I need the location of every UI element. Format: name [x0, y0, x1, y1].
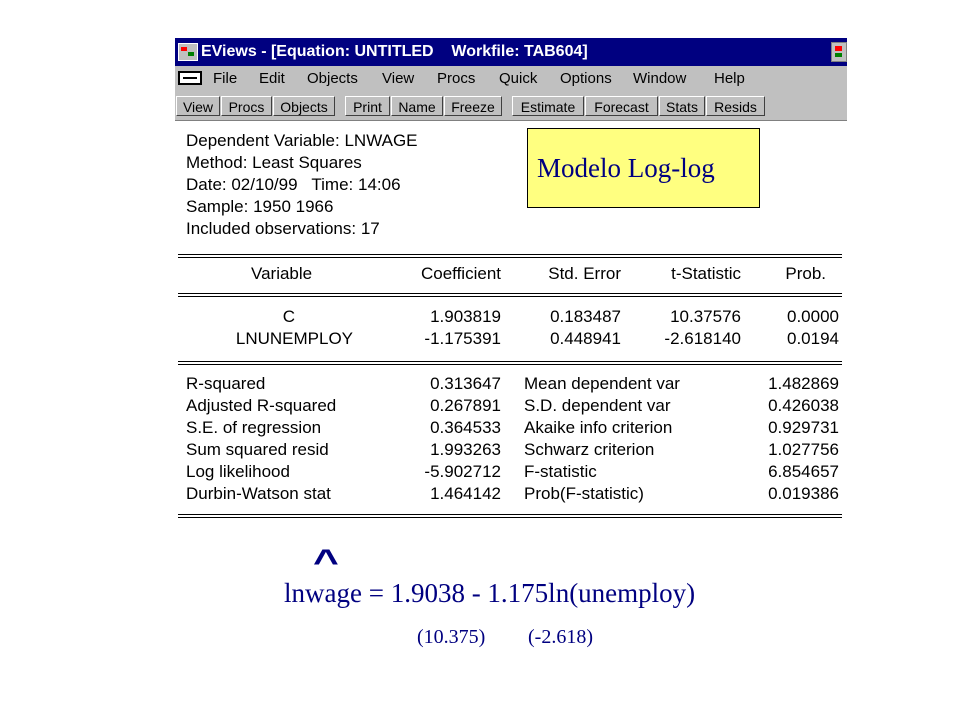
title-bar[interactable]: EViews - [Equation: UNTITLED Workfile: T… [175, 38, 847, 66]
stat-value: 0.019386 [768, 484, 839, 503]
forecast-button[interactable]: Forecast [585, 96, 658, 116]
menu-options[interactable]: Options [560, 66, 612, 92]
menu-help[interactable]: Help [714, 66, 745, 92]
objects-button[interactable]: Objects [273, 96, 335, 116]
col-t-statistic: t-Statistic [671, 264, 741, 283]
coef-t-statistic: -2.618140 [664, 329, 741, 348]
stat-value: -5.902712 [424, 462, 501, 481]
stat-label: Akaike info criterion [524, 418, 673, 437]
col-std-error: Std. Error [548, 264, 621, 283]
coef-value: -1.175391 [424, 329, 501, 348]
included-observations: Included observations: 17 [186, 219, 380, 238]
menu-file[interactable]: File [213, 66, 237, 92]
stat-value: 0.426038 [768, 396, 839, 415]
sample-range: Sample: 1950 1966 [186, 197, 334, 216]
stat-label: F-statistic [524, 462, 597, 481]
stat-label: Schwarz criterion [524, 440, 655, 459]
stat-label: S.D. dependent var [524, 396, 671, 415]
stat-value: 1.464142 [430, 484, 501, 503]
menu-bar: File Edit Objects View Procs Quick Optio… [175, 66, 847, 92]
coef-std-error: 0.183487 [550, 307, 621, 326]
document-control-menu-icon[interactable] [178, 71, 202, 85]
estimation-date: Date: 02/10/99 Time: 14:06 [186, 175, 401, 194]
equation-output: Dependent Variable: LNWAGE Method: Least… [175, 121, 847, 528]
stat-label: S.E. of regression [186, 418, 322, 437]
view-button[interactable]: View [176, 96, 220, 116]
menu-view[interactable]: View [382, 66, 414, 92]
coef-var-name: C [282, 307, 295, 326]
estimation-method: Method: Least Squares [186, 153, 362, 172]
col-variable: Variable [251, 264, 313, 283]
resids-button[interactable]: Resids [706, 96, 765, 116]
stat-value: 6.854657 [768, 462, 839, 481]
coef-std-error: 0.448941 [550, 329, 621, 348]
table-rule [178, 293, 842, 297]
stat-value: 1.027756 [768, 440, 839, 459]
stat-label: Durbin-Watson stat [186, 484, 331, 503]
menu-objects[interactable]: Objects [307, 66, 358, 92]
stat-value: 1.482869 [768, 374, 839, 393]
stat-label: R-squared [186, 374, 266, 393]
stat-value: 0.364533 [430, 418, 501, 437]
coef-var-name: LNUNEMPLOY [235, 329, 353, 348]
stat-label: Prob(F-statistic) [524, 484, 644, 503]
fitted-equation: lnwage = 1.9038 - 1.175ln(unemploy) [284, 578, 696, 608]
coef-prob: 0.0194 [787, 329, 839, 348]
coef-t-statistic: 10.37576 [670, 307, 741, 326]
eviews-app-icon[interactable] [178, 43, 198, 61]
menu-procs[interactable]: Procs [437, 66, 475, 92]
stat-label: Log likelihood [186, 462, 290, 481]
estimate-button[interactable]: Estimate [512, 96, 584, 116]
window-control-icon[interactable] [831, 42, 847, 62]
stat-label: Sum squared resid [186, 440, 329, 459]
stats-button[interactable]: Stats [659, 96, 705, 116]
equation-toolbar: View Procs Objects Print Name Freeze Est… [175, 92, 847, 121]
table-rule [178, 254, 842, 258]
stat-label: Adjusted R-squared [186, 396, 337, 415]
print-button[interactable]: Print [345, 96, 390, 116]
col-prob: Prob. [785, 264, 826, 283]
hat-symbol: ^ [313, 543, 339, 581]
stat-label: Mean dependent var [524, 374, 680, 393]
table-rule [178, 361, 842, 365]
stat-value: 0.313647 [430, 374, 501, 393]
menu-edit[interactable]: Edit [259, 66, 285, 92]
stat-value: 0.929731 [768, 418, 839, 437]
t-stat-slope: (-2.618) [528, 626, 593, 648]
procs-button[interactable]: Procs [221, 96, 272, 116]
coef-prob: 0.0000 [787, 307, 839, 326]
t-stat-intercept: (10.375) [417, 626, 486, 648]
menu-window[interactable]: Window [633, 66, 686, 92]
freeze-button[interactable]: Freeze [444, 96, 502, 116]
window-title: EViews - [Equation: UNTITLED Workfile: T… [201, 43, 588, 60]
name-button[interactable]: Name [391, 96, 443, 116]
model-callout: Modelo Log-log [527, 128, 760, 208]
menu-quick[interactable]: Quick [499, 66, 537, 92]
stat-value: 1.993263 [430, 440, 501, 459]
table-rule [178, 514, 842, 518]
dependent-variable: Dependent Variable: LNWAGE [186, 131, 418, 150]
eviews-window: EViews - [Equation: UNTITLED Workfile: T… [175, 38, 847, 528]
stat-value: 0.267891 [430, 396, 501, 415]
coef-value: 1.903819 [430, 307, 501, 326]
col-coefficient: Coefficient [420, 264, 501, 283]
